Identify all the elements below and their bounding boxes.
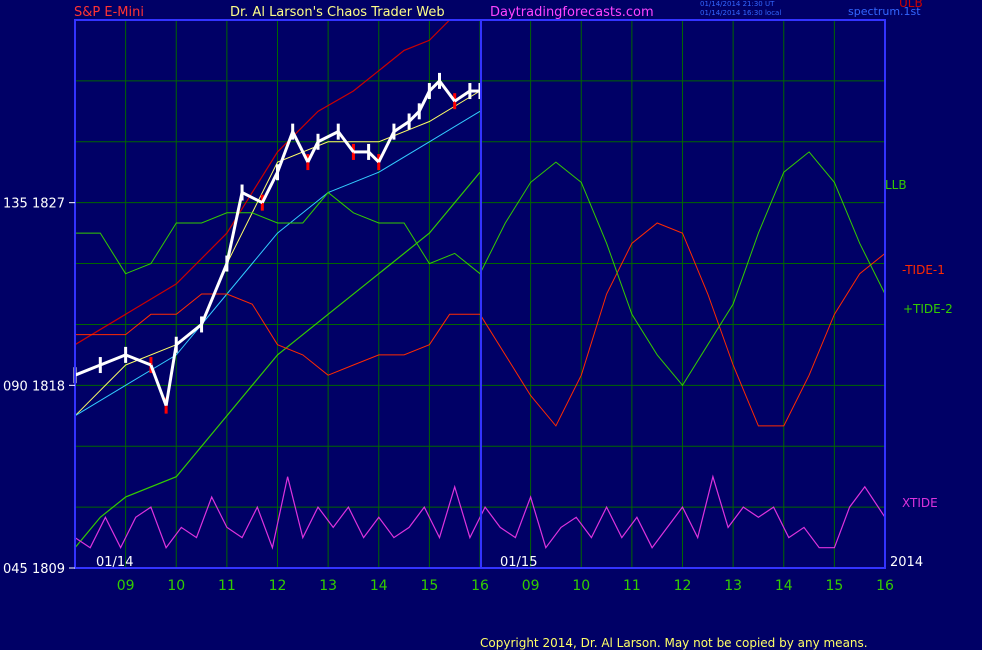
x-tick-label: 12 xyxy=(269,578,287,594)
tide2-label: +TIDE-2 xyxy=(903,302,953,316)
date-label-1: 01/14 xyxy=(96,555,134,570)
page-title: Dr. Al Larson's Chaos Trader Web xyxy=(230,5,445,20)
ulb-label: ULB xyxy=(899,0,923,10)
chart-canvas: 09 10 11 12 13 14 15 16 09 10 11 12 13 14 15 16 135 1827… xyxy=(3,19,894,594)
llb-label: LLB xyxy=(885,178,907,192)
price-segment xyxy=(367,150,380,164)
year-label: 2014 xyxy=(890,555,924,570)
x-tick-label: 14 xyxy=(370,578,388,594)
x-tick-label: 09 xyxy=(522,578,540,594)
price-segment xyxy=(438,79,456,103)
x-tick-label: 10 xyxy=(572,578,590,594)
date-label-2: 01/15 xyxy=(500,555,538,570)
symbol-label: S&P E-Mini xyxy=(74,5,144,20)
y-tick-label: 045 1809 xyxy=(3,562,65,577)
price-segment xyxy=(175,323,203,346)
price-segment xyxy=(453,89,471,103)
price-segment xyxy=(225,192,244,264)
x-tick-label: 15 xyxy=(825,578,843,594)
x-tick-label: 13 xyxy=(724,578,742,594)
timestamp-local: 01/14/2014 16:30 local xyxy=(700,9,782,17)
x-tick-label: 10 xyxy=(167,578,185,594)
price-segment xyxy=(428,79,441,93)
xtide-label: XTIDE xyxy=(902,496,938,510)
x-tick-label: 16 xyxy=(876,578,894,594)
x-tick-label: 11 xyxy=(623,578,641,594)
y-tick-label: 135 1827 xyxy=(3,197,65,212)
price-segment xyxy=(99,353,127,367)
price-segment xyxy=(417,90,431,113)
price-segment xyxy=(291,130,310,163)
x-tick-label: 11 xyxy=(218,578,236,594)
copyright-notice: Copyright 2014, Dr. Al Larson. May not b… xyxy=(480,636,868,650)
x-tick-label: 09 xyxy=(117,578,135,594)
timestamp-ut: 01/14/2014 21:30 UT xyxy=(700,0,775,8)
series-line-ulb xyxy=(74,19,451,346)
price-segment xyxy=(164,344,178,406)
x-tick-label: 12 xyxy=(674,578,692,594)
price-segment xyxy=(276,131,295,173)
site-link[interactable]: Daytradingforecasts.com xyxy=(490,6,654,19)
price-segment xyxy=(408,110,421,123)
x-tick-label: 13 xyxy=(319,578,337,594)
x-tick-label: 16 xyxy=(471,578,489,594)
price-segment xyxy=(74,363,101,377)
price-segment xyxy=(377,130,396,163)
x-tick-label: 15 xyxy=(420,578,438,594)
y-tick-label: 090 1818 xyxy=(3,379,65,394)
price-segment xyxy=(306,141,320,163)
x-tick-label: 14 xyxy=(775,578,793,594)
tide1-label: -TIDE-1 xyxy=(902,263,945,277)
